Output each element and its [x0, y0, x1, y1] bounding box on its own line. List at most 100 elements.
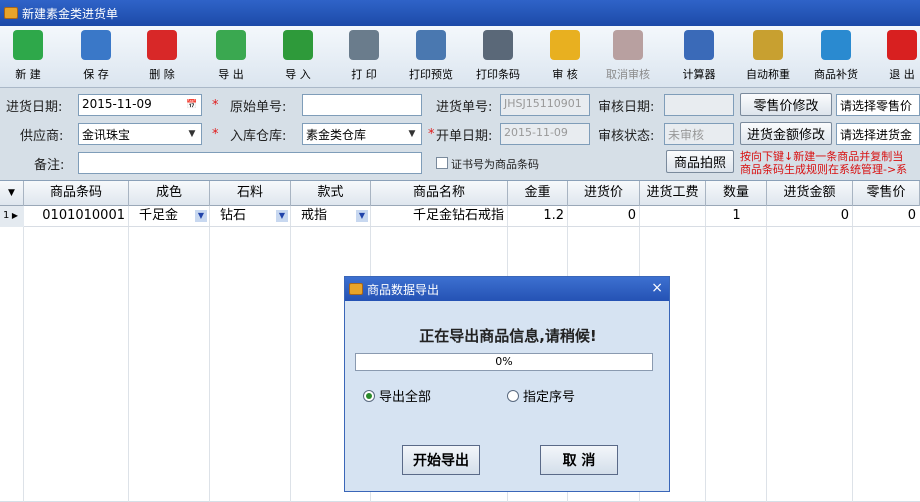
column-header[interactable]: 商品名称 [371, 181, 508, 206]
chevron-down-icon[interactable]: ▼ [184, 125, 200, 143]
cell-amount[interactable]: 0 [767, 206, 853, 227]
toolbar-button-1[interactable]: 保 存 [68, 30, 124, 86]
column-header[interactable]: 进货价 [568, 181, 640, 206]
column-header[interactable]: 零售价 [853, 181, 920, 206]
toolbar-button-label: 导 出 [218, 68, 244, 81]
original-no-label: 原始单号: [230, 100, 287, 115]
column-divider [290, 206, 291, 502]
cell-style[interactable]: 戒指 ▼ [291, 206, 371, 227]
chevron-down-icon[interactable]: ▼ [276, 210, 288, 222]
app-icon [349, 283, 363, 295]
cell-qty[interactable]: 1 [706, 206, 767, 227]
toolbar-button-2[interactable]: 删 除 [134, 30, 190, 86]
retail-price-select[interactable]: 请选择零售价 [836, 94, 920, 116]
column-header[interactable]: 金重 [508, 181, 568, 206]
column-header[interactable]: 商品条码 [24, 181, 129, 206]
header-form: 进货日期: 2015-11-09 📅 * 原始单号: 进货单号: JHSJ151… [0, 88, 920, 180]
table-row[interactable]: 1 ▶ 0101010001 千足金 ▼ 钻石 ▼ 戒指 ▼ 千足金钻石戒指 1.2 0 1 0 0 [0, 206, 920, 227]
purchase-no-field: JHSJ15110901 [500, 94, 590, 116]
toolbar-button-5[interactable]: 打 印 [336, 30, 392, 86]
column-divider [128, 206, 129, 502]
toolbar-button-0[interactable]: 新 建 [0, 30, 56, 86]
toolbar-button-7[interactable]: 打印条码 [470, 30, 526, 86]
original-no-field[interactable] [302, 94, 422, 116]
toolbar-button-6[interactable]: 打印预览 [403, 30, 459, 86]
chevron-down-icon[interactable]: ▼ [195, 210, 207, 222]
required-mark: * [428, 127, 435, 142]
toolbar-button-3[interactable]: 导 出 [203, 30, 259, 86]
start-export-button[interactable]: 开始导出 [402, 445, 480, 475]
cancel-button[interactable]: 取 消 [540, 445, 618, 475]
toolbar-button-label: 自动称重 [746, 68, 790, 81]
export-index-radio[interactable]: 指定序号 [507, 386, 575, 405]
dialog-title-bar: 商品数据导出 [345, 277, 669, 301]
column-header[interactable]: 进货金额 [767, 181, 853, 206]
chevron-down-icon[interactable]: ▼ [356, 210, 368, 222]
dialog-title: 商品数据导出 [367, 282, 440, 297]
toolbar-button-10[interactable]: 计算器 [671, 30, 727, 86]
printer-icon [349, 30, 379, 60]
close-icon[interactable]: × [651, 280, 663, 296]
toolbar-button-13[interactable]: 退 出 [874, 30, 920, 86]
hint-text-2: 商品条码生成规则在系统管理->系 [740, 163, 908, 176]
cell-text: 1 [732, 208, 741, 223]
amount-select[interactable]: 请选择进货金 [836, 123, 920, 145]
cell-text: 0 [627, 208, 636, 223]
cell-text: 戒指 [301, 208, 328, 223]
remark-field[interactable] [78, 152, 422, 174]
current-row-icon: ▶ [9, 211, 19, 220]
warehouse-label: 入库仓库: [230, 129, 287, 144]
retail-price-edit-button[interactable]: 零售价修改 [740, 93, 832, 116]
column-header[interactable]: 石料 [210, 181, 291, 206]
progress-text: 0% [495, 355, 513, 368]
cert-checkbox[interactable] [436, 157, 448, 169]
purchase-date-field[interactable]: 2015-11-09 📅 [78, 94, 202, 116]
exit-icon [887, 30, 917, 60]
amount-edit-button[interactable]: 进货金额修改 [740, 122, 832, 145]
toolbar-button-11[interactable]: 自动称重 [740, 30, 796, 86]
warehouse-select[interactable]: 素金类仓库 ▼ [302, 123, 422, 145]
cell-purity[interactable]: 千足金 ▼ [129, 206, 210, 227]
supplier-label: 供应商: [20, 129, 64, 144]
export-all-radio[interactable]: 导出全部 [363, 386, 431, 405]
column-header[interactable]: 成色 [129, 181, 210, 206]
cell-name[interactable]: 千足金钻石戒指 [371, 206, 508, 227]
column-header[interactable]: 款式 [291, 181, 371, 206]
toolbar-button-9: 取消审核 [600, 30, 656, 86]
toolbar-button-label: 打印条码 [476, 68, 520, 81]
toolbar-button-label: 计算器 [682, 68, 716, 81]
column-header[interactable]: 进货工费 [640, 181, 706, 206]
scale-icon [753, 30, 783, 60]
cell-labor[interactable] [640, 206, 706, 227]
cert-checkbox-label: 证书号为商品条码 [451, 158, 539, 171]
toolbar-button-8[interactable]: 审 核 [537, 30, 593, 86]
grid-header: ▼ 商品条码 成色 石料 款式 商品名称 金重 进货价 进货工费 数量 进货金额 零售价 [0, 181, 920, 206]
calendar-icon[interactable]: 📅 [184, 96, 200, 114]
product-photo-button[interactable]: 商品拍照 [666, 150, 734, 173]
toolbar-button-12[interactable]: 商品补货 [808, 30, 864, 86]
toolbar-button-4[interactable]: 导 入 [270, 30, 326, 86]
export-progress-bar: 0% [355, 353, 653, 371]
print-preview-icon [416, 30, 446, 60]
new-icon [13, 30, 43, 60]
cell-cost-price[interactable]: 0 [568, 206, 640, 227]
column-divider [209, 206, 210, 502]
export-dialog: 商品数据导出 × 正在导出商品信息,请稍候! 0% 导出全部 指定序号 开始导出… [344, 276, 670, 492]
audit-status-label: 审核状态: [598, 129, 655, 144]
column-header[interactable]: 数量 [706, 181, 767, 206]
supplier-select[interactable]: 金讯珠宝 ▼ [78, 123, 202, 145]
toolbar: 新 建 保 存 删 除 导 出 导 入 打 印 打印预览 打印条码 审 核 取消审核 计算器 自动称重… [0, 26, 920, 88]
cell-weight[interactable]: 1.2 [508, 206, 568, 227]
app-icon [4, 7, 18, 19]
cell-text: 千足金钻石戒指 [412, 208, 504, 223]
open-date-field: 2015-11-09 [500, 123, 590, 145]
cell-stone[interactable]: 钻石 ▼ [210, 206, 291, 227]
export-index-label: 指定序号 [523, 390, 576, 405]
barcode-printer-icon [483, 30, 513, 60]
unlock-icon [613, 30, 643, 60]
remark-label: 备注: [34, 158, 65, 173]
cell-retail[interactable]: 0 [853, 206, 920, 227]
chevron-down-icon[interactable]: ▼ [404, 125, 420, 143]
cell-barcode[interactable]: 0101010001 [24, 206, 129, 227]
purchase-no-label: 进货单号: [436, 100, 493, 115]
